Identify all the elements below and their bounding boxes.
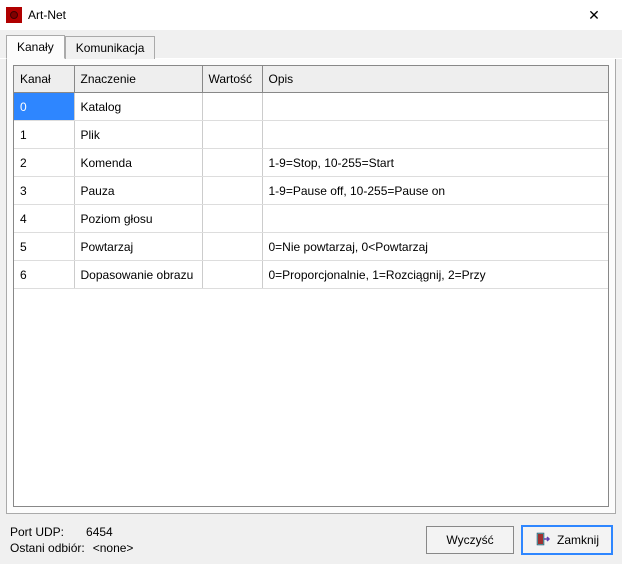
cell-kanal[interactable]: 3 [14,177,74,205]
cell-znaczenie[interactable]: Plik [74,121,202,149]
col-header-opis[interactable]: Opis [262,66,608,93]
cell-wartosc[interactable] [202,233,262,261]
cell-opis[interactable] [262,205,608,233]
titlebar: Art-Net ✕ [0,0,622,30]
cell-opis[interactable]: 1-9=Pause off, 10-255=Pause on [262,177,608,205]
cell-opis[interactable]: 0=Nie powtarzaj, 0<Powtarzaj [262,233,608,261]
table-row[interactable]: 2 Komenda 1-9=Stop, 10-255=Start [14,149,608,177]
tab-komunikacja[interactable]: Komunikacja [65,36,156,59]
clear-button-label: Wyczyść [446,533,493,547]
cell-znaczenie[interactable]: Pauza [74,177,202,205]
cell-kanal[interactable]: 2 [14,149,74,177]
exit-door-icon [535,531,551,550]
cell-znaczenie[interactable]: Komenda [74,149,202,177]
tab-strip: Kanały Komunikacja [0,30,622,59]
cell-opis[interactable]: 1-9=Stop, 10-255=Start [262,149,608,177]
cell-opis[interactable]: 0=Proporcjonalnie, 1=Rozciągnij, 2=Przy [262,261,608,289]
table-header-row: Kanał Znaczenie Wartość Opis [14,66,608,93]
channels-table: Kanał Znaczenie Wartość Opis 0 Katalog 1 [14,66,608,289]
col-header-wartosc[interactable]: Wartość [202,66,262,93]
cell-kanal[interactable]: 0 [14,93,74,121]
table-row[interactable]: 5 Powtarzaj 0=Nie powtarzaj, 0<Powtarzaj [14,233,608,261]
port-udp-value: 6454 [86,524,113,540]
cell-znaczenie[interactable]: Dopasowanie obrazu [74,261,202,289]
cell-wartosc[interactable] [202,93,262,121]
close-button-label: Zamknij [557,533,599,547]
clear-button[interactable]: Wyczyść [426,526,514,554]
cell-kanal[interactable]: 1 [14,121,74,149]
table-row[interactable]: 4 Poziom głosu [14,205,608,233]
table-row[interactable]: 1 Plik [14,121,608,149]
cell-opis[interactable] [262,121,608,149]
close-icon[interactable]: ✕ [574,7,614,24]
cell-znaczenie[interactable]: Poziom głosu [74,205,202,233]
status-info: Port UDP: 6454 Ostani odbiór: <none> [10,524,418,556]
window-title: Art-Net [28,8,574,22]
cell-znaczenie[interactable]: Katalog [74,93,202,121]
cell-wartosc[interactable] [202,205,262,233]
close-button[interactable]: Zamknij [522,526,612,554]
table-body: 0 Katalog 1 Plik 2 Komenda [14,93,608,289]
status-bar: Port UDP: 6454 Ostani odbiór: <none> Wyc… [0,520,622,564]
cell-wartosc[interactable] [202,177,262,205]
last-receive-label: Ostani odbiór: [10,540,85,556]
col-header-znaczenie[interactable]: Znaczenie [74,66,202,93]
table-row[interactable]: 6 Dopasowanie obrazu 0=Proporcjonalnie, … [14,261,608,289]
col-header-kanal[interactable]: Kanał [14,66,74,93]
cell-znaczenie[interactable]: Powtarzaj [74,233,202,261]
cell-wartosc[interactable] [202,149,262,177]
cell-wartosc[interactable] [202,261,262,289]
cell-kanal[interactable]: 6 [14,261,74,289]
tab-panel-kanaly: Kanał Znaczenie Wartość Opis 0 Katalog 1 [6,59,616,514]
last-receive-value: <none> [93,540,134,556]
cell-opis[interactable] [262,93,608,121]
app-icon [6,7,22,23]
channels-table-wrap: Kanał Znaczenie Wartość Opis 0 Katalog 1 [13,65,609,507]
table-row[interactable]: 0 Katalog [14,93,608,121]
cell-kanal[interactable]: 5 [14,233,74,261]
cell-kanal[interactable]: 4 [14,205,74,233]
app-window: Art-Net ✕ Kanały Komunikacja Kanał Znacz… [0,0,622,564]
cell-wartosc[interactable] [202,121,262,149]
tab-kanaly[interactable]: Kanały [6,35,65,59]
port-udp-label: Port UDP: [10,524,64,540]
table-row[interactable]: 3 Pauza 1-9=Pause off, 10-255=Pause on [14,177,608,205]
